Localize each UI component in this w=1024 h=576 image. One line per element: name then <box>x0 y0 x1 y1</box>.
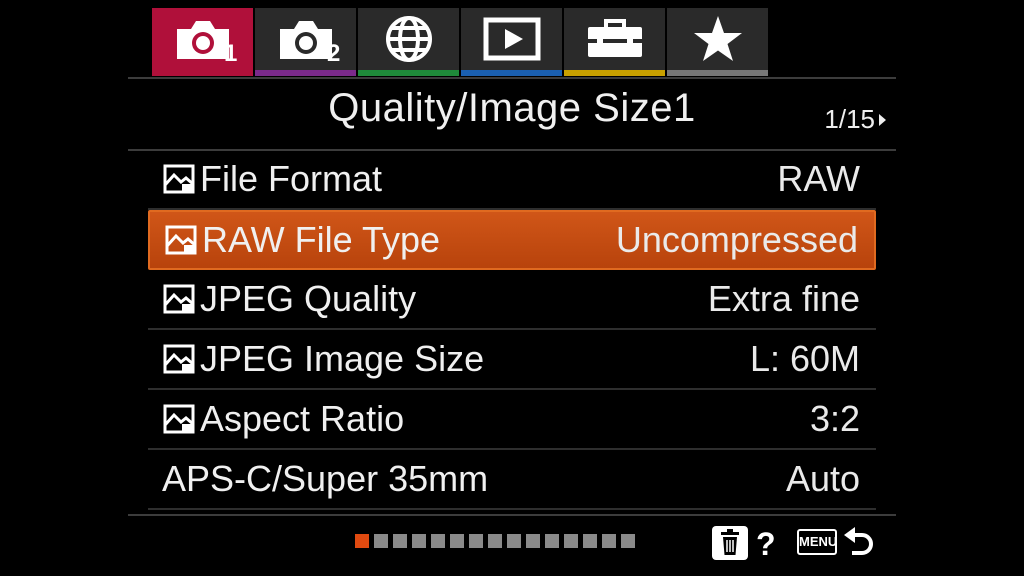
footer-bar: ? MENU <box>0 526 1024 566</box>
image-quality-icon <box>165 225 197 255</box>
page-dot <box>545 534 559 548</box>
page-dot <box>374 534 388 548</box>
page-dot <box>393 534 407 548</box>
page-dot <box>355 534 369 548</box>
divider <box>128 514 896 516</box>
menu-item-left: RAW File Type <box>164 219 440 261</box>
menu-item-left: File Format <box>162 158 382 200</box>
menu-item-label: File Format <box>200 158 383 199</box>
menu-item-left: APS-C/Super 35mm <box>162 458 488 500</box>
menu-item-left: JPEG Quality <box>162 278 416 320</box>
page-dot <box>507 534 521 548</box>
image-quality-icon <box>163 164 195 194</box>
menu-item-label: JPEG Image Size <box>200 338 485 379</box>
tab-playback[interactable] <box>461 8 562 76</box>
tab-my-menu[interactable] <box>667 8 768 76</box>
page-dot <box>488 534 502 548</box>
page-dot <box>431 534 445 548</box>
tab-shooting-1[interactable]: 1 <box>152 8 253 76</box>
menu-button[interactable]: MENU <box>797 529 837 555</box>
page-dot <box>621 534 635 548</box>
page-dot <box>469 534 483 548</box>
menu-item[interactable]: APS-C/Super 35mm Auto <box>148 450 876 510</box>
page-dot <box>583 534 597 548</box>
tab-setup[interactable] <box>564 8 665 76</box>
menu-item-label: JPEG Quality <box>200 278 417 319</box>
tab-bar: 1 2 <box>152 8 768 78</box>
menu-item-value: L: 60M <box>749 338 860 379</box>
settings-menu: File Format RAW RAW File Type Uncompressed J… <box>148 150 876 510</box>
menu-item-value: 3:2 <box>809 398 860 439</box>
trash-icon[interactable] <box>712 526 748 560</box>
menu-item-label: Aspect Ratio <box>200 398 405 439</box>
page-dot <box>412 534 426 548</box>
menu-item[interactable]: Aspect Ratio 3:2 <box>148 390 876 450</box>
divider <box>128 77 896 79</box>
menu-item[interactable]: File Format RAW <box>148 150 876 210</box>
tab-index: 1 <box>224 40 238 67</box>
page-dot <box>602 534 616 548</box>
menu-item[interactable]: RAW File Type Uncompressed <box>148 210 876 270</box>
page-indicator: 1/15 <box>824 104 886 135</box>
menu-item-left: Aspect Ratio <box>162 398 404 440</box>
globe-icon <box>385 16 432 62</box>
image-quality-icon <box>163 344 195 374</box>
playback-icon <box>483 17 540 61</box>
page-title: Quality/Image Size1 <box>328 86 696 130</box>
next-page-icon[interactable] <box>879 113 886 126</box>
page-number: 1/15 <box>824 104 875 134</box>
page-dot <box>526 534 540 548</box>
page-dot <box>450 534 464 548</box>
image-quality-icon <box>163 404 195 434</box>
menu-item[interactable]: JPEG Image Size L: 60M <box>148 330 876 390</box>
tab-shooting-2[interactable]: 2 <box>255 8 356 76</box>
menu-item-label: RAW File Type <box>202 219 441 260</box>
toolbox-icon <box>587 19 642 57</box>
tab-network[interactable] <box>358 8 459 76</box>
back-icon[interactable] <box>842 526 876 560</box>
page-dot <box>564 534 578 548</box>
menu-item[interactable]: JPEG Quality Extra fine <box>148 270 876 330</box>
image-quality-icon <box>163 284 195 314</box>
menu-item-value: Auto <box>785 458 860 499</box>
menu-item-label: APS-C/Super 35mm <box>162 458 489 499</box>
help-button[interactable]: ? <box>756 526 776 563</box>
menu-item-value: RAW <box>777 158 860 199</box>
menu-item-left: JPEG Image Size <box>162 338 484 380</box>
menu-item-value: Uncompressed <box>615 219 858 260</box>
menu-item-value: Extra fine <box>707 278 860 319</box>
tab-index: 2 <box>327 40 341 67</box>
star-icon <box>693 16 742 61</box>
page-dots <box>355 534 635 548</box>
